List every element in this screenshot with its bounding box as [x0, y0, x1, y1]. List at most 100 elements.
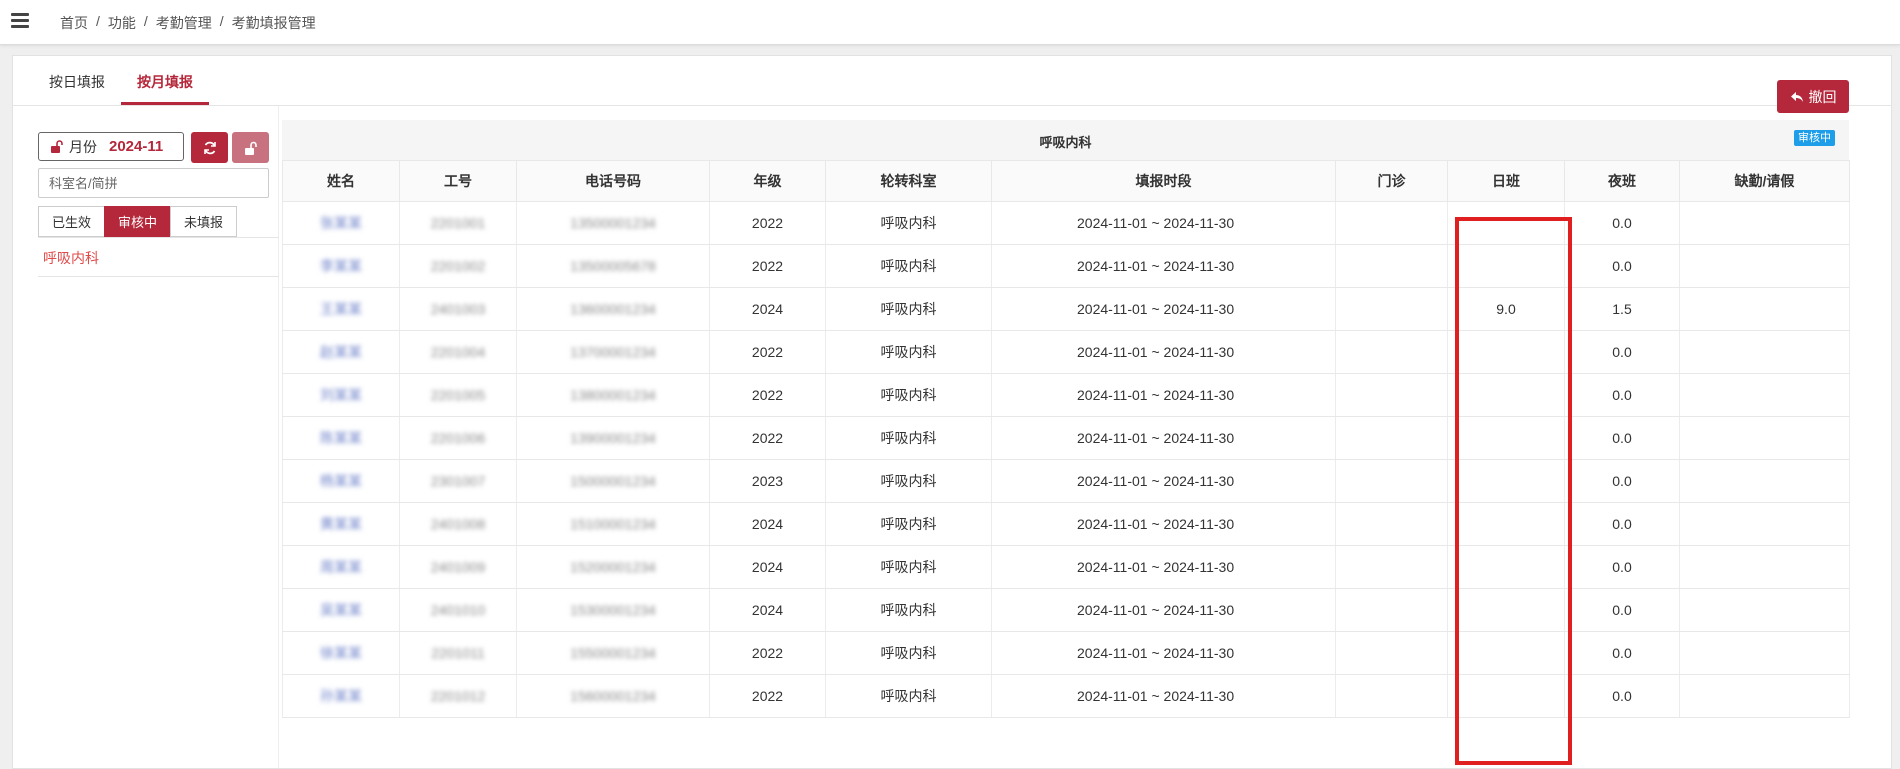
cell-night-shift-text: 1.5 [1612, 301, 1632, 317]
cell-phone-text: 15000001234 [570, 473, 656, 489]
table-row: 杨某某 2301007 15000001234 2023 呼吸内科 2024-11-01 … [282, 459, 1850, 503]
cell-name-text: 陈某某 [320, 430, 362, 446]
cell-staff-id-text: 2201002 [430, 258, 486, 274]
cell-name[interactable]: 陈某某 [282, 416, 400, 460]
cell-rotation-dept: 呼吸内科 [825, 373, 992, 417]
cell-rotation-dept-text: 呼吸内科 [880, 215, 937, 231]
filter-tab-reviewing[interactable]: 审核中 [104, 206, 171, 237]
cell-staff-id: 2401003 [399, 287, 517, 331]
cell-phone-text: 15300001234 [570, 602, 656, 618]
cell-absence [1679, 287, 1850, 331]
cell-grade: 2022 [709, 631, 826, 675]
column-header: 年级 [709, 160, 826, 202]
cell-period: 2024-11-01 ~ 2024-11-30 [991, 244, 1336, 288]
cell-night-shift: 0.0 [1564, 502, 1680, 546]
cell-absence [1679, 545, 1850, 589]
cell-clinic [1335, 545, 1448, 589]
department-search-input[interactable] [38, 168, 269, 198]
cell-absence [1679, 201, 1850, 245]
unlock-button[interactable] [232, 132, 269, 163]
menu-icon[interactable] [11, 13, 29, 28]
cell-phone: 15600001234 [516, 674, 710, 718]
month-picker[interactable]: 月份 2024-11 [38, 132, 184, 161]
tab-daily[interactable]: 按日填报 [49, 72, 105, 92]
cell-staff-id-text: 2201006 [430, 430, 486, 446]
cell-grade: 2024 [709, 545, 826, 589]
cell-name[interactable]: 杨某某 [282, 459, 400, 503]
cell-name[interactable]: 吴某某 [282, 588, 400, 632]
cell-name[interactable]: 徐某某 [282, 631, 400, 675]
tab-bar: 按日填报 按月填报 [13, 56, 1891, 106]
cell-absence [1679, 416, 1850, 460]
divider [38, 237, 279, 238]
cell-night-shift-text: 0.0 [1612, 215, 1632, 231]
refresh-button[interactable] [191, 132, 228, 163]
cell-staff-id: 2401008 [399, 502, 517, 546]
cell-name[interactable]: 张某某 [282, 201, 400, 245]
month-label: 月份 [69, 138, 97, 155]
cell-grade-text: 2022 [751, 645, 784, 661]
cell-name[interactable]: 王某某 [282, 287, 400, 331]
cell-rotation-dept: 呼吸内科 [825, 459, 992, 503]
tab-monthly[interactable]: 按月填报 [137, 72, 193, 92]
cell-rotation-dept: 呼吸内科 [825, 631, 992, 675]
cell-grade-text: 2022 [751, 430, 784, 446]
breadcrumb-item[interactable]: 功能 [108, 13, 136, 33]
cell-rotation-dept: 呼吸内科 [825, 330, 992, 374]
cell-staff-id-text: 2401003 [430, 301, 486, 317]
breadcrumb-item[interactable]: 首页 [60, 13, 88, 33]
filter-tab-effective[interactable]: 已生效 [38, 206, 105, 237]
cell-period-text: 2024-11-01 ~ 2024-11-30 [1077, 344, 1235, 360]
cell-period: 2024-11-01 ~ 2024-11-30 [991, 545, 1336, 589]
cell-phone: 13700001234 [516, 330, 710, 374]
cell-staff-id-text: 2201012 [430, 688, 486, 704]
cell-clinic [1335, 674, 1448, 718]
cell-period: 2024-11-01 ~ 2024-11-30 [991, 416, 1336, 460]
department-title: 呼吸内科 [1039, 135, 1092, 150]
cell-staff-id: 2201001 [399, 201, 517, 245]
column-header: 轮转科室 [825, 160, 992, 202]
cell-staff-id: 2201011 [399, 631, 517, 675]
cell-name-text: 杨某某 [320, 473, 362, 489]
cell-night-shift-text: 0.0 [1612, 387, 1632, 403]
cell-staff-id-text: 2401009 [430, 559, 486, 575]
cell-night-shift-text: 0.0 [1612, 516, 1632, 532]
reply-icon [1790, 91, 1803, 102]
cell-night-shift: 0.0 [1564, 545, 1680, 589]
cell-rotation-dept-text: 呼吸内科 [880, 473, 937, 489]
cell-period: 2024-11-01 ~ 2024-11-30 [991, 502, 1336, 546]
department-list-item[interactable]: 呼吸内科 [43, 248, 99, 268]
cell-name-text: 张某某 [320, 215, 362, 231]
revoke-label: 撤回 [1808, 88, 1837, 105]
filter-tab-unfilled[interactable]: 未填报 [170, 206, 237, 237]
cell-rotation-dept-text: 呼吸内科 [880, 387, 937, 403]
cell-night-shift: 1.5 [1564, 287, 1680, 331]
cell-grade-text: 2024 [751, 559, 784, 575]
table-header-row: 姓名 工号 电话号码 年级 轮转科室 填报时段 门诊 日班 夜班 缺勤/请假 [282, 160, 1850, 202]
cell-name[interactable]: 黄某某 [282, 502, 400, 546]
cell-night-shift-text: 0.0 [1612, 473, 1632, 489]
cell-name[interactable]: 李某某 [282, 244, 400, 288]
breadcrumb-item[interactable]: 考勤管理 [156, 13, 212, 33]
cell-night-shift-text: 0.0 [1612, 430, 1632, 446]
cell-clinic [1335, 330, 1448, 374]
cell-absence [1679, 330, 1850, 374]
cell-name[interactable]: 周某某 [282, 545, 400, 589]
cell-night-shift: 0.0 [1564, 631, 1680, 675]
cell-phone-text: 15600001234 [570, 688, 656, 704]
cell-name[interactable]: 孙某某 [282, 674, 400, 718]
cell-day-shift [1447, 674, 1565, 718]
table-row: 李某某 2201002 13500005678 2022 呼吸内科 2024-11-01 … [282, 244, 1850, 288]
cell-name[interactable]: 赵某某 [282, 330, 400, 374]
cell-night-shift-text: 0.0 [1612, 344, 1632, 360]
cell-staff-id: 2301007 [399, 459, 517, 503]
cell-staff-id-text: 2401010 [430, 602, 486, 618]
cell-clinic [1335, 416, 1448, 460]
divider [38, 276, 279, 277]
cell-day-shift [1447, 502, 1565, 546]
revoke-button[interactable]: 撤回 [1777, 80, 1849, 113]
cell-name[interactable]: 刘某某 [282, 373, 400, 417]
cell-period: 2024-11-01 ~ 2024-11-30 [991, 287, 1336, 331]
cell-period: 2024-11-01 ~ 2024-11-30 [991, 373, 1336, 417]
table-row: 孙某某 2201012 15600001234 2022 呼吸内科 2024-11-01 … [282, 674, 1850, 718]
